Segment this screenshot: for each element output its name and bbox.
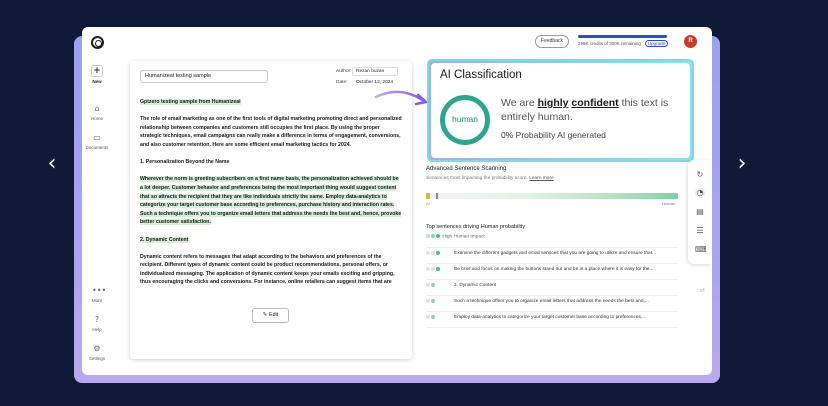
document-title-field[interactable]: Humanizeai testing sample <box>140 70 268 83</box>
scan-human-label: Human <box>662 201 675 206</box>
scan-marker <box>436 193 438 199</box>
upgrade-button[interactable]: Upgrade <box>645 40 668 47</box>
sidebar-item-settings[interactable]: ⚙ Settings <box>82 344 112 361</box>
sentence-row[interactable]: Employ data-analytics to categorize your… <box>426 315 676 327</box>
sidebar-item-label: Settings <box>88 356 106 361</box>
paragraph-dynamic-content: Dynamic content refers to messages that … <box>140 253 395 286</box>
sidebar-item-label: Home <box>90 116 103 121</box>
scanning-subtitle: Sentences most impacting the probability… <box>426 176 554 181</box>
top-bar: Feedback 298K credits of 300K remaining … <box>82 27 712 57</box>
plus-icon: + <box>91 65 103 77</box>
learn-more-link[interactable]: Learn more <box>529 176 554 181</box>
section-heading-1: 1. Personalization Beyond the Name <box>140 159 230 166</box>
edit-button[interactable]: ✎ Edit <box>252 308 289 323</box>
folder-icon: ▭ <box>93 133 101 142</box>
edit-list-icon[interactable]: ☰ <box>695 226 705 236</box>
sentence-row[interactable]: Such a technique offers you to organize … <box>426 299 676 311</box>
divider <box>426 311 678 312</box>
author-value: Rezan buzan <box>356 69 385 74</box>
sidebar-item-label: Documents <box>85 145 109 150</box>
author-label: Author: <box>336 69 352 74</box>
verdict-ring: human <box>440 95 490 145</box>
help-icon: ? <box>94 315 100 324</box>
sidebar-item-documents[interactable]: ▭ Documents <box>82 133 112 150</box>
classification-title: AI Classification <box>440 69 522 81</box>
divider <box>426 279 678 280</box>
ai-classification-card: AI Classification human We are highly co… <box>427 59 694 162</box>
sidebar-item-help[interactable]: ? Help <box>82 315 112 332</box>
gear-icon: ⚙ <box>93 344 101 353</box>
new-document-button[interactable]: + New <box>82 65 112 84</box>
app-logo-icon[interactable] <box>91 36 104 49</box>
document-panel: Humanizeai testing sample Author: Rezan … <box>130 61 412 359</box>
translate-icon[interactable]: ⇄ <box>700 287 705 294</box>
sidebar-item-label: More <box>91 298 103 303</box>
more-icon: ••• <box>92 286 107 295</box>
credits-progress-bar <box>578 35 668 38</box>
section-heading-2: 2. Dynamic Content <box>140 236 189 243</box>
avatar[interactable]: R <box>684 35 697 48</box>
date-label: Date: <box>336 80 348 85</box>
divider <box>426 247 678 248</box>
document-heading: Gptzero testing sample from Humanizeai <box>140 99 241 105</box>
confidence-statement: We are highly confident this text is ent… <box>501 97 669 123</box>
document-icon[interactable]: ▤ <box>695 207 705 217</box>
impact-legend: High Human Impact <box>426 234 485 239</box>
divider <box>426 327 678 328</box>
sidebar-item-home[interactable]: ⌂ Home <box>82 104 112 121</box>
text-fade-overlay <box>130 291 412 359</box>
refresh-icon[interactable]: ↻ <box>695 170 705 180</box>
top-sentences-title: Top sentences driving Human probability <box>426 224 526 230</box>
document-body[interactable]: Gptzero testing sample from Humanizeai T… <box>140 98 402 296</box>
previous-slide-button[interactable]: ‹ <box>42 153 62 175</box>
keyboard-icon[interactable]: ⌨ <box>695 245 707 255</box>
verdict-label: human <box>452 114 478 124</box>
ai-probability-text: 0% Probability AI generated <box>501 130 606 140</box>
tool-panel: ↻ ◔ ▤ ☰ ⌨ <box>688 160 712 264</box>
sidebar: + New ⌂ Home ▭ Documents ••• More ? Help… <box>82 57 112 375</box>
sentence-row[interactable]: 2. Dynamic Content <box>426 283 676 295</box>
date-value: October 12, 2024 <box>356 80 394 85</box>
sentence-row[interactable]: Examine the different gadgets and email … <box>426 251 676 263</box>
scan-ai-label: AI <box>426 201 430 206</box>
pointer-arrow-icon <box>374 90 428 106</box>
sidebar-item-more[interactable]: ••• More <box>82 286 112 303</box>
credits-progress-fill <box>578 35 668 38</box>
sentence-row[interactable]: Be brief and focus on making the buttons… <box>426 267 676 279</box>
scan-segment-ai <box>426 193 430 199</box>
divider <box>426 295 678 296</box>
sentence-scan-bar[interactable] <box>426 193 678 199</box>
scan-segment-human <box>466 193 678 199</box>
pencil-icon: ✎ <box>262 312 268 318</box>
feedback-button[interactable]: Feedback <box>535 35 569 48</box>
next-slide-button[interactable]: › <box>732 153 752 175</box>
edit-label: Edit <box>268 312 279 318</box>
credits-remaining-text: 298K credits of 300K remaining <box>578 41 641 46</box>
gauge-icon[interactable]: ◔ <box>695 188 705 198</box>
scanning-title: Advanced Sentence Scanning <box>426 166 507 172</box>
paragraph-personalization: Wherever the norm is greeting subscriber… <box>140 176 402 226</box>
app-window: Feedback 298K credits of 300K remaining … <box>82 27 712 375</box>
sidebar-item-label: Help <box>92 327 102 332</box>
divider <box>426 263 678 264</box>
paragraph-intro: The role of email marketing as one of th… <box>140 116 402 148</box>
new-label: New <box>92 79 102 84</box>
home-icon: ⌂ <box>94 104 100 113</box>
